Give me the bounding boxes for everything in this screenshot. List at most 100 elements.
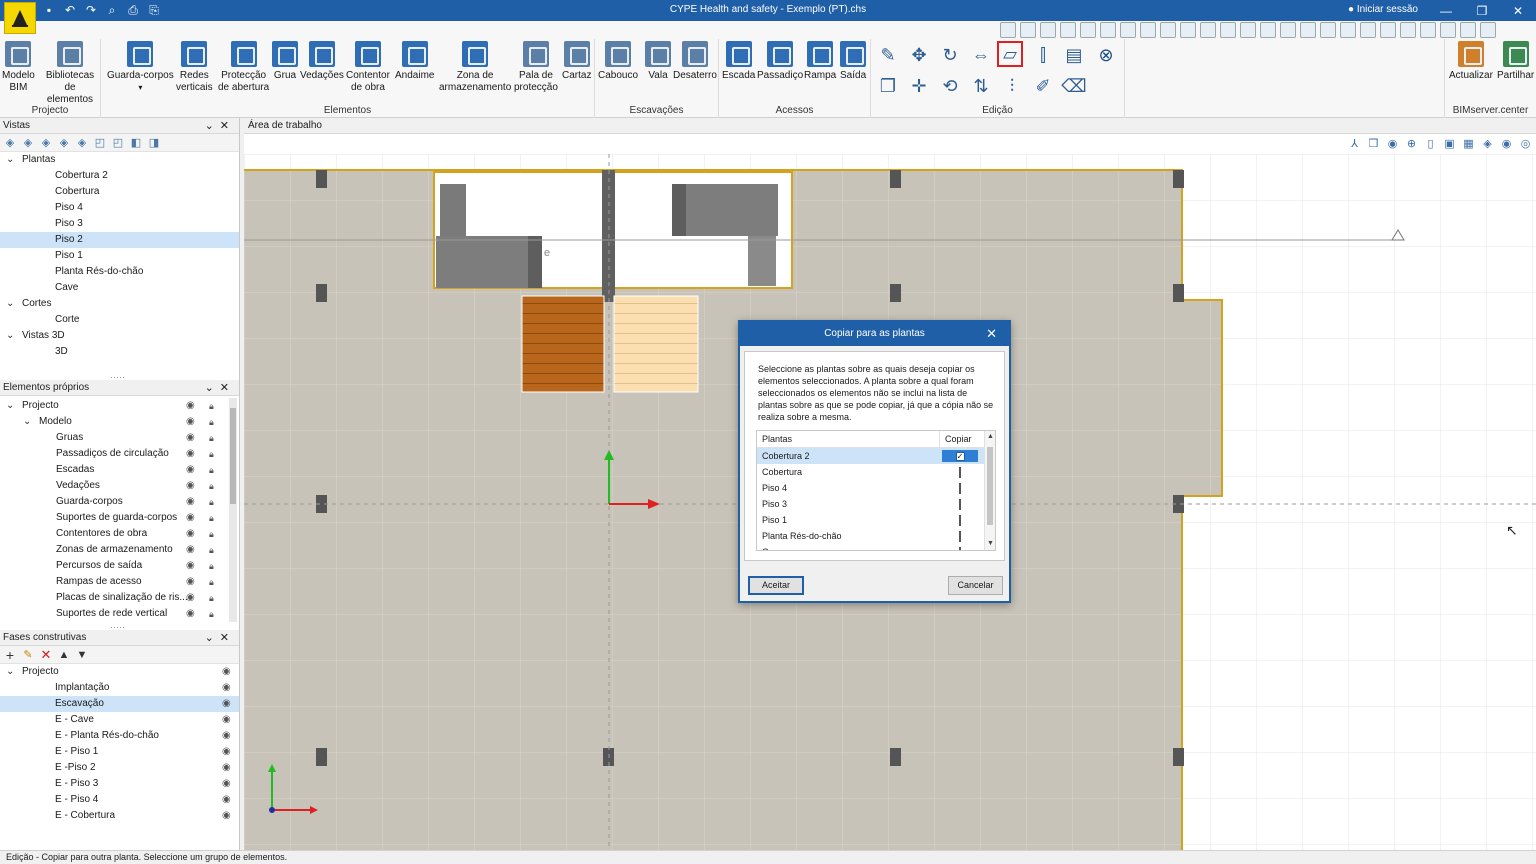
import-view-icon[interactable]: ◧ [130,137,142,149]
panel-toggle-icon[interactable] [1420,22,1436,38]
visibility-eye-icon[interactable]: ◉ [222,680,231,696]
close-icon[interactable]: ✕ [986,322,997,346]
copy-checkbox[interactable] [959,547,961,550]
tree-item[interactable]: Passadiços de circulação ◉ 🔒︎ [0,446,239,462]
tree-item[interactable]: E - Piso 3 ◉ [0,776,239,792]
lock-icon[interactable]: 🔒︎ [209,446,214,462]
copy-checkbox[interactable] [959,467,961,478]
floor-row[interactable]: Cobertura 2 ✓ [757,448,995,464]
tree-item[interactable]: E - Planta Rés-do-chão ◉ [0,728,239,744]
lock-icon[interactable]: 🔒︎ [209,462,214,478]
tree-item[interactable]: Cobertura [0,184,239,200]
eraser-icon[interactable]: ⌫ [1061,73,1087,99]
tree-item[interactable]: Rampas de acesso ◉ 🔒︎ [0,574,239,590]
camera-icon[interactable]: ◰ [94,137,106,149]
snapshot-icon[interactable]: ▣ [1443,137,1456,150]
tree-item[interactable]: Gruas ◉ 🔒︎ [0,430,239,446]
desaterro-button[interactable]: Desaterro [673,41,717,82]
visibility-eye-icon[interactable]: ◉ [186,414,195,430]
tree-item[interactable]: Placas de sinalização de ris... ◉ 🔒︎ [0,590,239,606]
settings-icon[interactable] [1440,22,1456,38]
tree-item[interactable]: Implantação ◉ [0,680,239,696]
close-icon[interactable]: ✕ [220,632,235,644]
layers-icon[interactable] [1160,22,1176,38]
visibility-eye-icon[interactable]: ◉ [186,590,195,606]
proteccao-abertura-button[interactable]: Protecção de abertura [218,41,269,94]
chevron-down-icon[interactable]: ⌄ [205,382,220,394]
visibility-eye-icon[interactable]: ◉ [186,446,195,462]
copy-icon[interactable]: ❐ [875,73,901,99]
tree-item[interactable]: Zonas de armazenamento ◉ 🔒︎ [0,542,239,558]
vedacoes-button[interactable]: Vedações [300,41,344,82]
tree-item[interactable]: Piso 1 [0,248,239,264]
tree-item[interactable]: Piso 2 [0,232,239,248]
visibility-eye-icon[interactable]: ◉ [186,462,195,478]
move-down-icon[interactable]: ▼ [76,649,88,661]
visibility-eye-icon[interactable]: ◉ [186,398,195,414]
chevron-down-icon[interactable]: ⌄ [6,664,14,680]
angle-icon[interactable] [1320,22,1336,38]
rotate-copy-icon[interactable]: ⟲ [937,73,963,99]
visibility-eye-icon[interactable]: ◉ [222,696,231,712]
floor-row[interactable]: Planta Rés-do-chão [757,528,995,544]
stretch-icon[interactable]: ⇔ [968,42,994,68]
chevron-down-icon[interactable]: ⌄ [205,120,220,132]
properties-icon[interactable]: ▤ [1061,42,1087,68]
mirror-icon[interactable]: ⇅ [968,73,994,99]
guarda-corpos-button[interactable]: Guarda-corpos ▾ [107,41,174,94]
tree-item[interactable]: Piso 4 [0,200,239,216]
app-logo-icon[interactable] [4,2,36,34]
visibility-eye-icon[interactable]: ◉ [222,760,231,776]
tree-item[interactable]: Guarda-corpos ◉ 🔒︎ [0,494,239,510]
copy-to-floor-icon[interactable]: ▱ [997,41,1023,67]
help-icon[interactable] [1460,22,1476,38]
edit-view-icon[interactable]: ◈ [22,137,34,149]
visibility-eye-icon[interactable]: ◉ [186,526,195,542]
tree-item[interactable]: Piso 3 [0,216,239,232]
cancel-button[interactable]: Cancelar [948,576,1003,595]
visibility-eye-icon[interactable]: ◉ [222,744,231,760]
axes-icon[interactable]: ⅄ [1348,137,1361,150]
visibility-eye-icon[interactable]: ◉ [186,494,195,510]
zoom-window-icon[interactable] [1000,22,1016,38]
tree-item[interactable]: E - Piso 1 ◉ [0,744,239,760]
restore-button[interactable]: ❐ [1464,0,1500,21]
tree-item[interactable]: Vedações ◉ 🔒︎ [0,478,239,494]
chevron-down-icon[interactable]: ⌄ [6,328,14,344]
zoom-previous-icon[interactable] [1080,22,1096,38]
edit-pencil-icon[interactable]: ✎ [22,649,34,661]
chevron-down-icon[interactable]: ⌄ [6,398,14,414]
delete-icon[interactable]: ✕ [40,647,52,662]
rotate-icon[interactable]: ↻ [937,42,963,68]
modelo-bim-button[interactable]: Modelo BIM [2,41,35,94]
split-view-icon[interactable]: ◰ [112,137,124,149]
vala-button[interactable]: Vala [645,41,671,82]
zoom-in-icon[interactable] [1040,22,1056,38]
tree-item[interactable]: Contentores de obra ◉ 🔒︎ [0,526,239,542]
move-up-icon[interactable]: ▲ [58,649,70,661]
references-icon[interactable] [1180,22,1196,38]
scroll-thumb[interactable] [987,447,993,525]
redes-verticais-button[interactable]: Redes verticais [176,41,213,94]
align-icon[interactable]: ⫿ [1030,42,1056,68]
new-view-icon[interactable]: ◈ [4,137,16,149]
tree-item[interactable]: E -Piso 2 ◉ [0,760,239,776]
active-view-icon[interactable]: ◈ [76,137,88,149]
move-icon[interactable]: ✥ [906,42,932,68]
section-icon[interactable]: ▯ [1424,137,1437,150]
contentor-button[interactable]: Contentor de obra [346,41,390,94]
grid-icon[interactable]: ▦ [1462,137,1475,150]
tree-item[interactable]: Corte [0,312,239,328]
copy-checkbox[interactable] [959,531,961,542]
visibility-eye-icon[interactable]: ◉ [222,664,231,680]
andaime-button[interactable]: Andaime [395,41,434,82]
floor-row[interactable]: Piso 4 [757,480,995,496]
tree-item[interactable]: Suportes de rede vertical ◉ 🔒︎ [0,606,239,622]
zona-armazenamento-button[interactable]: Zona de armazenamento [439,41,511,94]
lock-icon[interactable]: 🔒︎ [209,558,214,574]
close-icon[interactable]: ✕ [220,120,235,132]
visibility-eye-icon[interactable]: ◉ [186,558,195,574]
visibility-eye-icon[interactable]: ◉ [186,574,195,590]
lock-icon[interactable]: 🔒︎ [209,542,214,558]
floor-row[interactable]: Piso 1 [757,512,995,528]
